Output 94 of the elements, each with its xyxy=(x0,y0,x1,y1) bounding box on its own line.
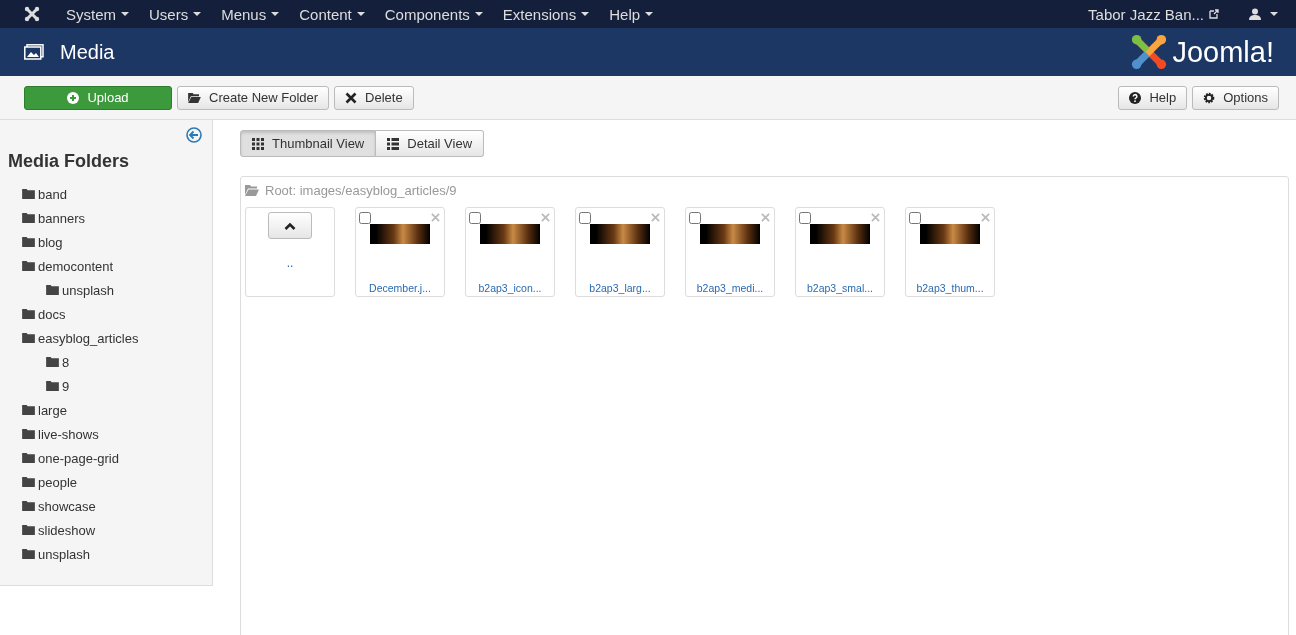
folder-icon xyxy=(22,405,35,415)
file-card[interactable]: b2ap3_medi... xyxy=(685,207,775,297)
file-card[interactable]: b2ap3_smal... xyxy=(795,207,885,297)
folder-link[interactable]: large xyxy=(38,402,67,418)
folder-up-card[interactable]: .. xyxy=(245,207,335,297)
file-card[interactable]: b2ap3_thum... xyxy=(905,207,995,297)
folder-icon xyxy=(46,381,59,391)
joomla-logo-icon xyxy=(1130,33,1169,71)
folder-link[interactable]: showcase xyxy=(38,498,96,514)
settings-icon xyxy=(1203,91,1216,104)
folder-icon xyxy=(22,261,35,271)
photo-placeholder xyxy=(590,224,650,244)
folder-icon xyxy=(22,429,35,439)
file-card[interactable]: December.j... xyxy=(355,207,445,297)
file-card[interactable]: b2ap3_larg... xyxy=(575,207,665,297)
photo-placeholder xyxy=(810,224,870,244)
folder-link[interactable]: unsplash xyxy=(62,282,115,298)
folder-icon xyxy=(22,453,35,463)
folder-icon xyxy=(22,333,35,343)
folder-open-icon xyxy=(245,184,259,196)
folder-link[interactable]: one-page-grid xyxy=(38,450,119,466)
toolbar-button[interactable]: Delete xyxy=(334,85,414,110)
folder-icon xyxy=(22,549,35,559)
folder-icon xyxy=(46,285,59,295)
folder-link[interactable]: easyblog_articles xyxy=(38,330,139,346)
view-tab[interactable]: Detail View xyxy=(376,130,485,157)
file-checkbox[interactable] xyxy=(469,211,481,224)
joomla-logo-icon[interactable] xyxy=(24,6,40,22)
user-icon xyxy=(1249,8,1261,20)
file-name-link[interactable]: December.j... xyxy=(369,282,431,294)
file-name-link[interactable]: b2ap3_medi... xyxy=(696,282,764,294)
folder-link[interactable]: live-shows xyxy=(38,426,99,442)
toolbar-button[interactable]: Upload xyxy=(24,85,172,110)
path-text: Root: images/easyblog_articles/9 xyxy=(265,182,457,198)
folder-link[interactable]: blog xyxy=(38,234,63,250)
folder-icon xyxy=(22,237,35,247)
user-menu-button[interactable] xyxy=(1247,8,1280,20)
file-name-link[interactable]: b2ap3_thum... xyxy=(916,282,984,294)
file-name-link[interactable]: b2ap3_icon... xyxy=(478,282,542,294)
folder-icon xyxy=(46,357,59,367)
file-checkbox[interactable] xyxy=(689,211,701,224)
toolbar-button[interactable]: Options xyxy=(1192,85,1279,110)
help-icon xyxy=(1129,91,1142,104)
grid-icon xyxy=(252,137,264,150)
folder-link[interactable]: band xyxy=(38,186,67,202)
file-name-link[interactable]: b2ap3_smal... xyxy=(807,282,873,294)
site-link[interactable]: Tabor Jazz Ban... xyxy=(1088,5,1204,23)
folder-icon xyxy=(22,501,35,511)
file-checkbox[interactable] xyxy=(909,211,921,224)
folder-link[interactable]: unsplash xyxy=(38,546,91,562)
menu-item[interactable]: Content xyxy=(289,0,375,28)
sidebar-title: Media Folders xyxy=(8,151,131,172)
folder-link[interactable]: 9 xyxy=(62,378,70,394)
folder-link[interactable]: docs xyxy=(38,306,66,322)
folder-link[interactable]: people xyxy=(38,474,78,490)
folder-icon xyxy=(22,477,35,487)
logo-text: Joomla! xyxy=(1172,35,1274,69)
folder-open-icon xyxy=(188,92,201,103)
menu-item[interactable]: Extensions xyxy=(492,0,600,28)
parent-folder-link[interactable]: .. xyxy=(286,256,294,270)
close-icon xyxy=(345,91,358,104)
toolbar-button[interactable]: Create New Folder xyxy=(177,85,330,110)
photo-placeholder xyxy=(480,224,540,244)
photo-placeholder xyxy=(920,224,980,244)
file-checkbox[interactable] xyxy=(579,211,591,224)
folder-icon xyxy=(22,189,35,199)
file-checkbox[interactable] xyxy=(799,211,811,224)
file-card[interactable]: b2ap3_icon... xyxy=(465,207,555,297)
folder-icon xyxy=(22,213,35,223)
up-button[interactable] xyxy=(268,212,312,239)
folder-icon xyxy=(22,309,35,319)
view-tab[interactable]: Thumbnail View xyxy=(240,130,377,157)
file-checkbox[interactable] xyxy=(359,211,371,224)
list-icon xyxy=(387,137,400,150)
chevron-up-icon xyxy=(284,221,296,230)
toolbar-button[interactable]: Help xyxy=(1118,85,1188,110)
folder-link[interactable]: slideshow xyxy=(38,522,96,538)
collapse-arrow-icon[interactable] xyxy=(186,127,202,143)
file-name-link[interactable]: b2ap3_larg... xyxy=(589,282,651,294)
folder-link[interactable]: democontent xyxy=(38,258,114,274)
image-icon xyxy=(24,44,44,60)
menu-item[interactable]: System xyxy=(56,0,139,28)
photo-placeholder xyxy=(700,224,760,244)
folder-icon xyxy=(22,525,35,535)
menu-item[interactable]: Components xyxy=(374,0,493,28)
page-title: Media xyxy=(60,40,115,64)
plus-circle-icon xyxy=(67,91,80,104)
menu-item[interactable]: Users xyxy=(139,0,212,28)
menu-item[interactable]: Help xyxy=(599,0,664,28)
folder-link[interactable]: banners xyxy=(38,210,85,226)
photo-placeholder xyxy=(370,224,430,244)
menu-item[interactable]: Menus xyxy=(211,0,290,28)
external-link-icon xyxy=(1209,9,1219,19)
folder-link[interactable]: 8 xyxy=(62,354,70,370)
